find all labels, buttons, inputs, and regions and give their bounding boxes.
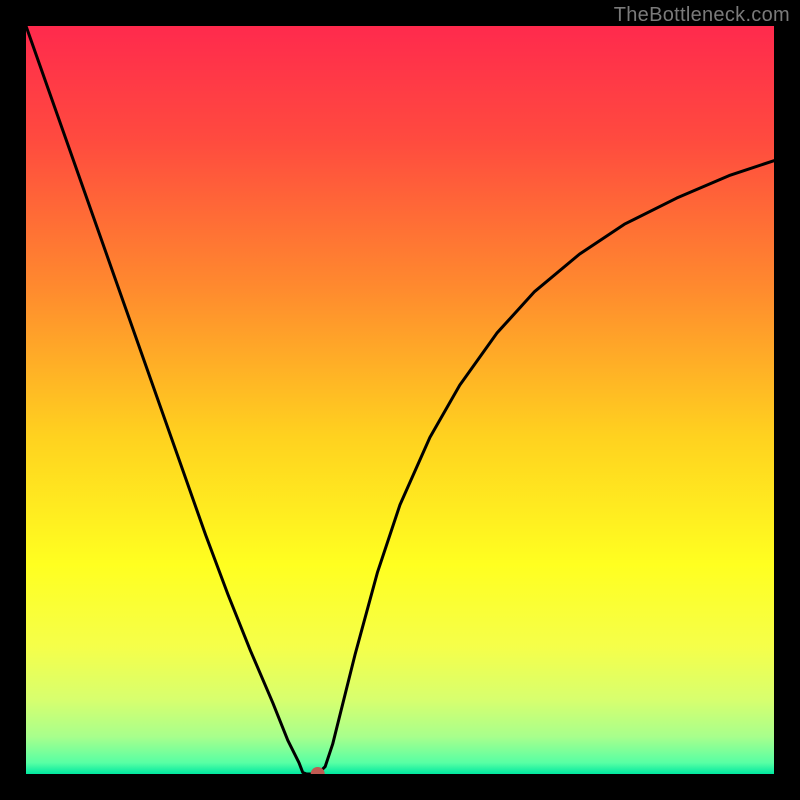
bottleneck-chart [0, 0, 800, 800]
chart-container: TheBottleneck.com [0, 0, 800, 800]
plot-background [26, 26, 774, 774]
watermark-text: TheBottleneck.com [614, 4, 790, 27]
